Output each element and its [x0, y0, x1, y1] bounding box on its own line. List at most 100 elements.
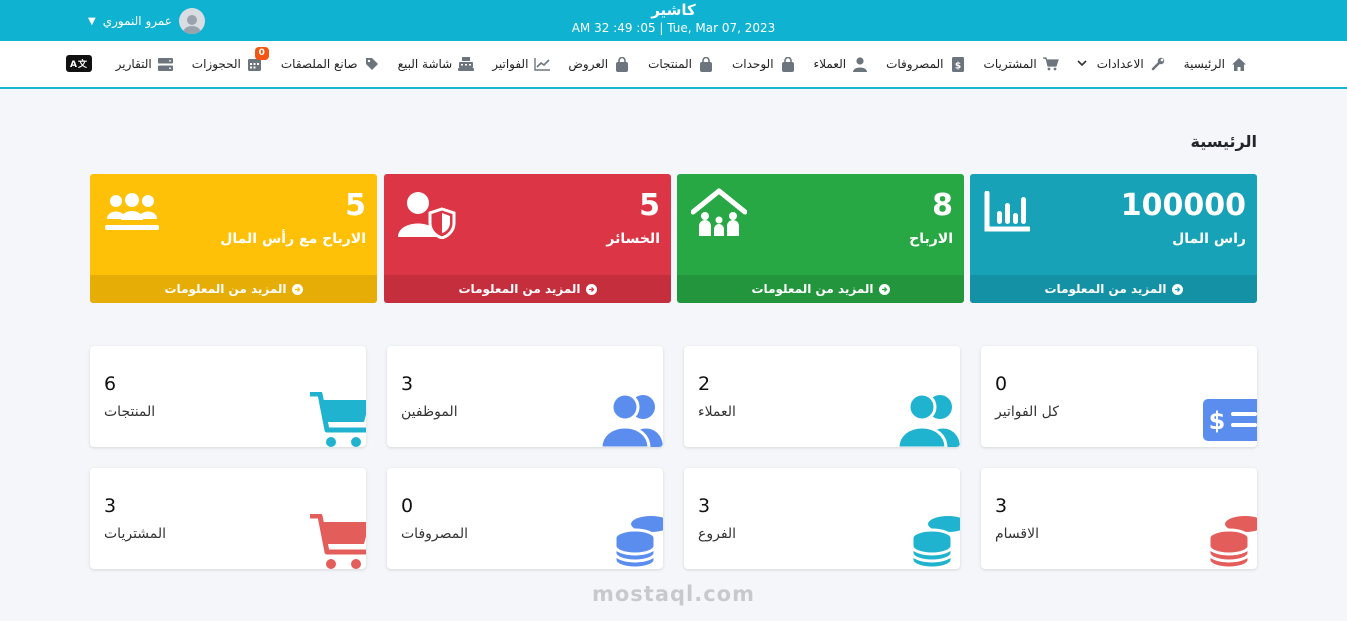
users-icon	[896, 392, 960, 447]
cart-icon	[1042, 56, 1059, 72]
counter-value: 0	[995, 373, 1008, 395]
nav-item-purchases[interactable]: المشتريات	[984, 56, 1059, 72]
counter-box-employees[interactable]: 3 الموظفين	[387, 346, 663, 447]
stat-box-capital: 100000 راس المال المزيد من المعلومات	[970, 174, 1257, 303]
bookings-count-badge: 0	[254, 47, 269, 60]
counter-box-purchases[interactable]: 3 المشتريات	[90, 468, 366, 569]
nav-label: شاشة البيع	[397, 57, 453, 71]
bar-chart-icon	[984, 190, 1032, 237]
nav-label: المشتريات	[983, 57, 1037, 71]
coins-icon	[613, 514, 663, 569]
users-icon	[599, 392, 663, 447]
nav-item-home[interactable]: الرئيسية	[1184, 56, 1247, 72]
counter-value: 6	[104, 373, 117, 395]
cart-icon	[307, 513, 366, 569]
nav-item-label-maker[interactable]: صانع الملصقات	[281, 56, 380, 72]
stat-value: 8	[932, 188, 953, 223]
counter-value: 3	[401, 373, 414, 395]
bag-icon	[780, 56, 796, 72]
user-menu[interactable]: ▼ عمرو النموري	[88, 7, 205, 35]
stat-value: 5	[639, 188, 660, 223]
counter-label: المشتريات	[104, 526, 167, 542]
more-info-label: المزيد من المعلومات	[751, 282, 874, 296]
more-info-link[interactable]: المزيد من المعلومات	[677, 275, 964, 303]
counter-box-sections[interactable]: 3 الاقسام	[981, 468, 1257, 569]
nav-label: الفواتير	[492, 57, 529, 71]
nav-item-pos[interactable]: شاشة البيع	[398, 56, 475, 72]
counter-value: 2	[698, 373, 711, 395]
watermark: mostaql.com	[592, 582, 755, 606]
nav-label: صانع الملصقات	[280, 57, 358, 71]
users-icon	[104, 193, 160, 237]
nav-item-invoices[interactable]: الفواتير	[492, 56, 551, 72]
avatar	[178, 8, 205, 34]
nav-item-products[interactable]: المنتجات	[648, 56, 714, 72]
nav-label: الرئيسية	[1183, 57, 1225, 71]
stat-box-losses: 5 الخسائر المزيد من المعلومات	[384, 174, 671, 303]
home-icon	[1231, 56, 1247, 72]
chart-line-icon	[534, 56, 551, 72]
more-info-link[interactable]: المزيد من المعلومات	[384, 275, 671, 303]
nav-label: العملاء	[813, 57, 847, 71]
counter-label: العملاء	[698, 404, 736, 420]
more-info-label: المزيد من المعلومات	[164, 282, 287, 296]
money-check-icon: $	[1203, 399, 1257, 445]
counter-label: المنتجات	[104, 404, 156, 420]
arrow-circle-right-icon	[291, 283, 303, 295]
nav-label: الحجوزات	[191, 57, 241, 71]
nav-label: الوحدات	[732, 57, 774, 71]
arrow-circle-right-icon	[1171, 283, 1183, 295]
nav-item-settings[interactable]: الاعدادات	[1077, 56, 1166, 72]
server-icon	[158, 56, 174, 72]
nav-item-reports[interactable]: التقارير	[116, 56, 174, 72]
counter-label: الفروع	[698, 526, 737, 542]
more-info-link[interactable]: المزيد من المعلومات	[90, 275, 377, 303]
counter-label: المصروفات	[401, 526, 469, 542]
counter-value: 3	[104, 495, 117, 517]
stat-box-profits-with-capital: 5 الارباح مع رأس المال المزيد من المعلوم…	[90, 174, 377, 303]
counter-label: الاقسام	[995, 526, 1039, 542]
cart-icon	[307, 391, 366, 447]
stat-value: 5	[345, 188, 366, 223]
nav-label: المنتجات	[648, 57, 692, 71]
stat-label: الارباح مع رأس المال	[220, 231, 366, 247]
counter-box-branches[interactable]: 3 الفروع	[684, 468, 960, 569]
counter-value: 0	[401, 495, 414, 517]
counter-box-customers[interactable]: 2 العملاء	[684, 346, 960, 447]
nav-item-bookings[interactable]: الحجوزات 0	[191, 47, 269, 72]
counter-label: كل الفواتير	[995, 404, 1059, 420]
more-info-label: المزيد من المعلومات	[458, 282, 581, 296]
nav-item-customers[interactable]: العملاء	[814, 56, 869, 72]
stat-label: الارباح	[909, 231, 953, 247]
nav-list: الرئيسية الاعدادات المشتريات $ المصروفات…	[116, 41, 1247, 87]
user-shield-icon	[398, 191, 456, 243]
counter-box-all-invoices[interactable]: 0 كل الفواتير $	[981, 346, 1257, 447]
nav-label: العروض	[568, 57, 609, 71]
counter-value: 3	[698, 495, 711, 517]
coins-icon	[1207, 514, 1257, 569]
more-info-label: المزيد من المعلومات	[1044, 282, 1167, 296]
counter-box-products[interactable]: 6 المنتجات	[90, 346, 366, 447]
main-navbar: الرئيسية الاعدادات المشتريات $ المصروفات…	[0, 41, 1347, 89]
invoice-dollar-icon: $	[950, 56, 966, 72]
user-icon	[852, 56, 868, 72]
nav-label: الاعدادات	[1096, 57, 1144, 71]
nav-item-offers[interactable]: العروض	[568, 56, 630, 72]
nav-item-units[interactable]: الوحدات	[732, 56, 796, 72]
nav-label: المصروفات	[886, 57, 944, 71]
counter-box-expenses[interactable]: 0 المصروفات	[387, 468, 663, 569]
language-toggle-button[interactable]: A文	[66, 55, 92, 72]
stat-value: 100000	[1120, 188, 1246, 223]
coins-icon	[910, 514, 960, 569]
page-title: الرئيسية	[1190, 132, 1258, 151]
svg-text:$: $	[954, 61, 960, 71]
chevron-down-icon: ▼	[88, 15, 96, 27]
cash-register-icon	[458, 56, 475, 72]
more-info-link[interactable]: المزيد من المعلومات	[970, 275, 1257, 303]
nav-item-expenses[interactable]: $ المصروفات	[886, 56, 965, 72]
arrow-circle-right-icon	[878, 283, 890, 295]
counter-label: الموظفين	[401, 404, 458, 420]
nav-label: التقارير	[115, 57, 152, 71]
wrench-icon	[1150, 56, 1166, 72]
counter-value: 3	[995, 495, 1008, 517]
